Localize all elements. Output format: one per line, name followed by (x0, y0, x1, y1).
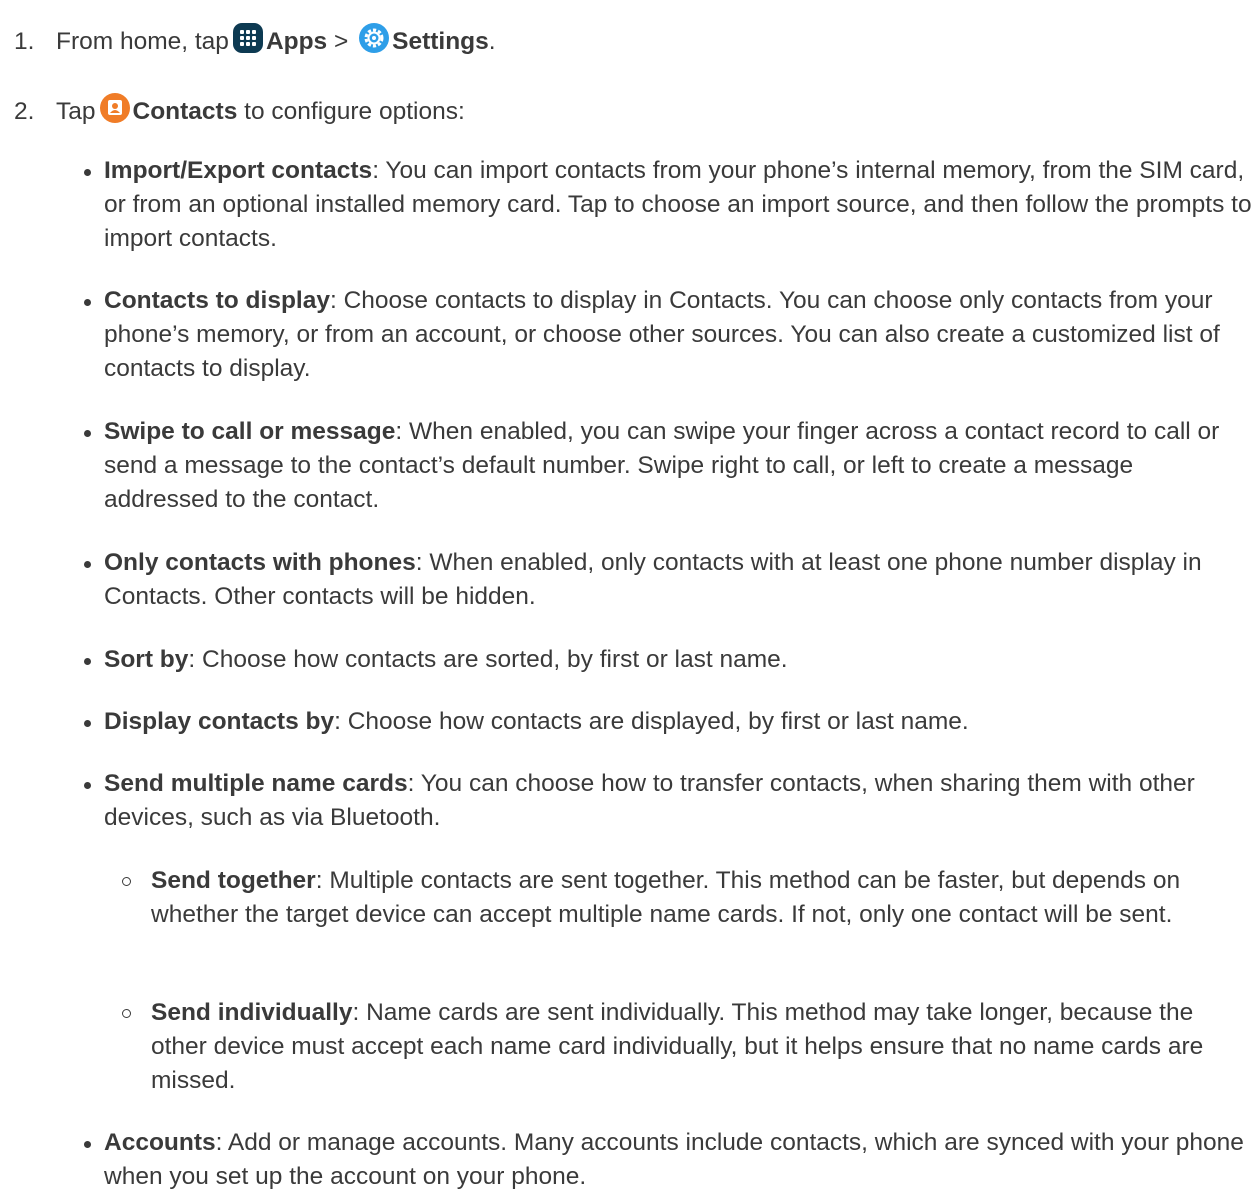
bullet-icon (84, 430, 91, 437)
sub-option-send-together: Send together: Multiple contacts are sen… (122, 864, 1251, 932)
option-term: Contacts to display (104, 287, 330, 314)
bullet-icon (84, 782, 91, 789)
option-import-export: Import/Export contacts: You can import c… (84, 154, 1254, 256)
apps-icon (232, 22, 264, 54)
hollow-bullet-icon (122, 877, 131, 886)
option-term: Display contacts by (104, 708, 335, 735)
option-swipe-to-call: Swipe to call or message: When enabled, … (84, 415, 1254, 517)
sub-option-term: Send together (151, 867, 316, 894)
option-sort-by: Sort by: Choose how contacts are sorted,… (84, 643, 1254, 677)
document-page: 1. From home, tap Apps > Settings. 2. Tap Co… (0, 0, 1258, 1190)
bullet-icon (84, 1141, 91, 1148)
bullet-icon (84, 658, 91, 665)
step-1: 1. From home, tap Apps > Settings. (14, 22, 1258, 59)
apps-label: Apps (265, 28, 328, 55)
step-text-after: to configure options: (244, 98, 465, 125)
option-term: Accounts (104, 1129, 216, 1156)
contacts-icon (99, 92, 131, 124)
step-text: Tap (56, 98, 96, 125)
bullet-icon (84, 720, 91, 727)
sub-option-term: Send individually (151, 999, 353, 1026)
option-description: Add or manage accounts. Many accounts in… (104, 1129, 1244, 1190)
option-term: Sort by (104, 646, 189, 673)
option-description: Choose how contacts are sorted, by first… (202, 646, 788, 673)
sub-option-send-individually: Send individually: Name cards are sent i… (122, 996, 1251, 1098)
step-text: From home, tap (56, 28, 229, 55)
option-term: Swipe to call or message (104, 418, 396, 445)
bullet-icon (84, 169, 91, 176)
step-number: 2. (14, 98, 35, 125)
bullet-icon (84, 561, 91, 568)
option-term: Only contacts with phones (104, 549, 416, 576)
option-term: Import/Export contacts (104, 157, 373, 184)
option-display-contacts-by: Display contacts by: Choose how contacts… (84, 705, 1254, 739)
option-only-contacts-with-phones: Only contacts with phones: When enabled,… (84, 546, 1254, 614)
contacts-label: Contacts (132, 98, 238, 125)
separator: > (334, 28, 349, 55)
bullet-icon (84, 299, 91, 306)
option-description: Choose how contacts are displayed, by fi… (347, 708, 969, 735)
step-2: 2. Tap Contacts to configure options: (14, 92, 1258, 129)
step-number: 1. (14, 28, 35, 55)
hollow-bullet-icon (122, 1009, 131, 1018)
step-period: . (488, 28, 496, 55)
option-term: Send multiple name cards (104, 770, 408, 797)
option-contacts-to-display: Contacts to display: Choose contacts to … (84, 284, 1254, 386)
option-send-multiple-name-cards: Send multiple name cards: You can choose… (84, 767, 1254, 835)
option-accounts: Accounts: Add or manage accounts. Many a… (84, 1126, 1254, 1194)
settings-icon (358, 22, 390, 54)
settings-label: Settings (392, 28, 489, 55)
